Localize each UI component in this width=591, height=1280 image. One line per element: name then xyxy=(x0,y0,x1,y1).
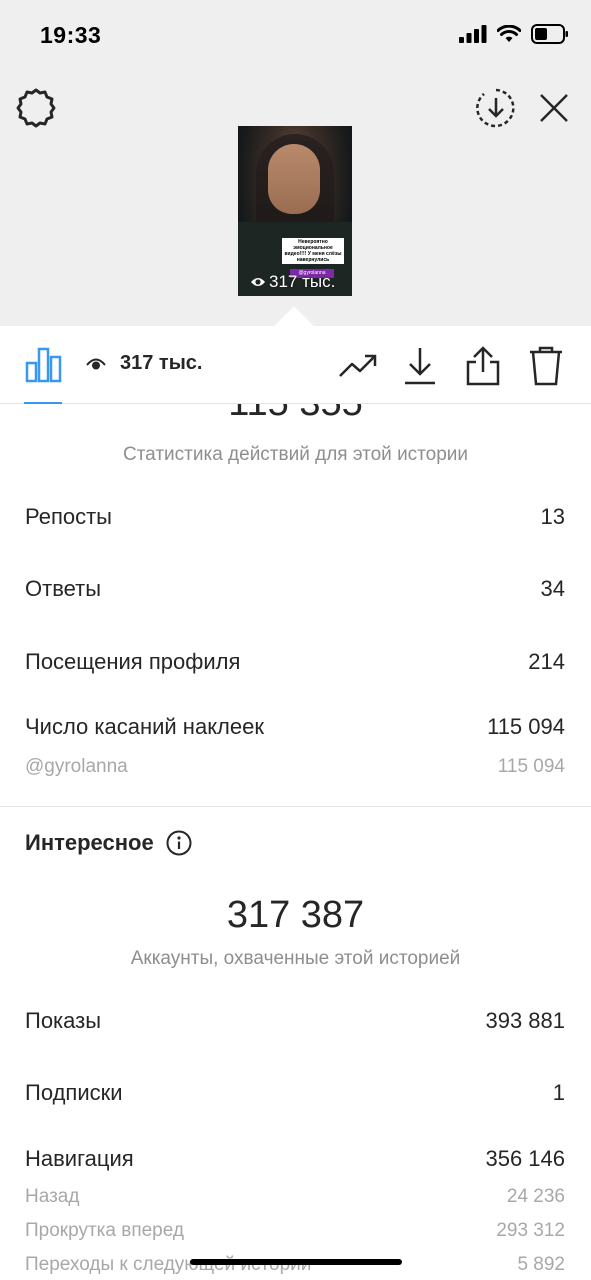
metric-label: Число касаний наклеек xyxy=(25,714,264,739)
download-circle-icon xyxy=(476,88,515,128)
metric-row-forward: Прокрутка вперед 293 312 xyxy=(25,1220,565,1242)
signal-icon xyxy=(459,25,487,43)
metric-label: @gyrolanna xyxy=(25,756,128,777)
stats-tab[interactable] xyxy=(22,342,66,386)
reach-caption: Аккаунты, охваченные этой историей xyxy=(130,948,461,969)
story-thumbnail[interactable]: Невероятно эмоциональное видео!!!! У мен… xyxy=(238,126,352,296)
status-time: 19:33 xyxy=(40,22,102,48)
metric-value: 5 892 xyxy=(517,1254,565,1275)
close-button[interactable] xyxy=(532,86,576,130)
trash-icon xyxy=(530,346,562,386)
story-views-overlay: 317 тыс. xyxy=(250,272,335,292)
story-views-text: 317 тыс. xyxy=(269,272,336,291)
story-insights-panel[interactable]: 115 355 Статистика действий для этой ист… xyxy=(0,404,591,1280)
metric-row-profile-visits: Посещения профиля 214 xyxy=(25,649,565,675)
metric-value: 214 xyxy=(528,649,565,674)
metric-row-impressions: Показы 393 881 xyxy=(25,1008,565,1034)
bar-chart-icon xyxy=(25,347,62,383)
metric-label: Переходы к следующей истории xyxy=(25,1254,312,1275)
metric-value: 1 xyxy=(552,1080,565,1105)
story-toolbar: 317 тыс. xyxy=(0,326,591,404)
actions-caption: Статистика действий для этой истории xyxy=(122,444,469,465)
story-photo-face xyxy=(268,144,320,214)
settings-icon xyxy=(16,88,56,128)
metric-value: 115 094 xyxy=(487,714,565,739)
story-preview-area: 19:33 Невероятно эмоциональное видео!!!!… xyxy=(0,0,591,326)
battery-icon xyxy=(531,24,568,44)
promote-button[interactable] xyxy=(336,344,380,388)
metric-value: 115 094 xyxy=(497,756,565,777)
metric-label: Подписки xyxy=(25,1080,123,1105)
metric-label: Показы xyxy=(25,1008,102,1033)
settings-button[interactable] xyxy=(14,86,58,130)
views-count[interactable]: 317 тыс. xyxy=(86,352,202,375)
reach-count: 317 387 xyxy=(226,894,365,936)
eye-icon xyxy=(251,278,265,286)
metric-row-replies: Ответы 34 xyxy=(25,576,565,602)
download-icon xyxy=(405,348,435,385)
metric-value: 34 xyxy=(540,576,565,601)
discovery-section-title: Интересное xyxy=(25,830,192,856)
info-icon[interactable] xyxy=(166,830,192,856)
story-caption: Невероятно эмоциональное видео!!!! У мен… xyxy=(282,238,344,264)
metric-label: Посещения профиля xyxy=(25,649,241,674)
metric-value: 293 312 xyxy=(496,1220,565,1241)
status-bar: 19:33 xyxy=(0,0,591,70)
metric-label: Назад xyxy=(25,1186,80,1207)
share-button[interactable] xyxy=(461,344,505,388)
metric-row-follows: Подписки 1 xyxy=(25,1080,565,1106)
metric-label: Навигация xyxy=(25,1146,134,1171)
close-icon xyxy=(540,94,568,122)
metric-value: 24 236 xyxy=(506,1186,565,1207)
metric-row-reposts: Репосты 13 xyxy=(25,504,565,530)
views-count-text: 317 тыс. xyxy=(120,352,203,374)
metric-label: Прокрутка вперед xyxy=(25,1220,184,1241)
metric-value: 393 881 xyxy=(485,1008,565,1033)
discovery-title-text: Интересное xyxy=(25,830,154,855)
metric-value: 356 146 xyxy=(485,1146,565,1171)
trending-icon xyxy=(339,354,377,377)
section-divider xyxy=(0,806,591,807)
metric-label: Репосты xyxy=(25,504,112,529)
metric-row-sticker-taps: Число касаний наклеек 115 094 xyxy=(25,714,565,740)
metric-label: Ответы xyxy=(25,576,102,601)
download-story-button[interactable] xyxy=(474,86,518,130)
save-button[interactable] xyxy=(398,344,442,388)
wifi-icon xyxy=(497,25,521,42)
home-indicator[interactable] xyxy=(190,1259,402,1265)
metric-row-navigation: Навигация 356 146 xyxy=(25,1146,565,1172)
metric-row-back: Назад 24 236 xyxy=(25,1186,565,1208)
share-icon xyxy=(466,346,500,386)
actions-total: 115 355 xyxy=(0,404,591,425)
metric-row-next-story: Переходы к следующей истории 5 892 xyxy=(25,1254,565,1276)
eye-icon xyxy=(86,358,106,369)
metric-row-sticker-mention: @gyrolanna 115 094 xyxy=(25,756,565,778)
metric-value: 13 xyxy=(540,504,565,529)
delete-button[interactable] xyxy=(524,344,568,388)
status-icons xyxy=(459,24,569,44)
